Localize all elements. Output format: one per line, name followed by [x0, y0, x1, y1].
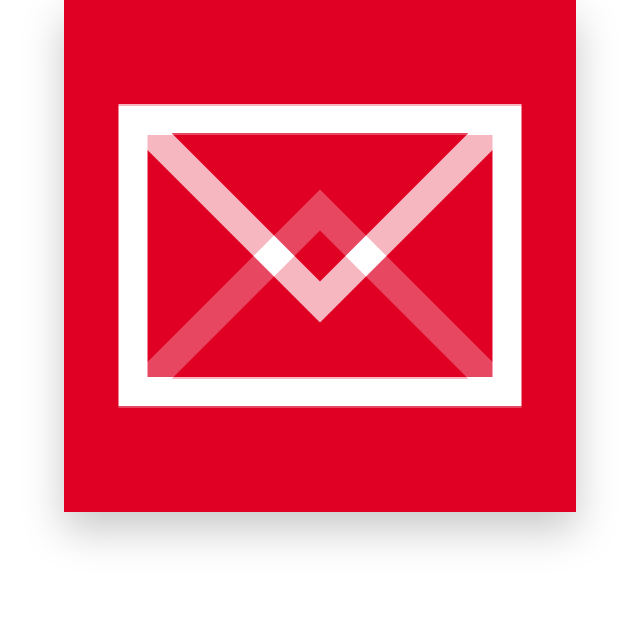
app-tile-stage — [0, 0, 640, 640]
mail-envelope-reflection-icon — [118, 106, 522, 408]
reflection-fade — [64, 512, 576, 640]
mail-tile-reflection — [64, 0, 576, 512]
